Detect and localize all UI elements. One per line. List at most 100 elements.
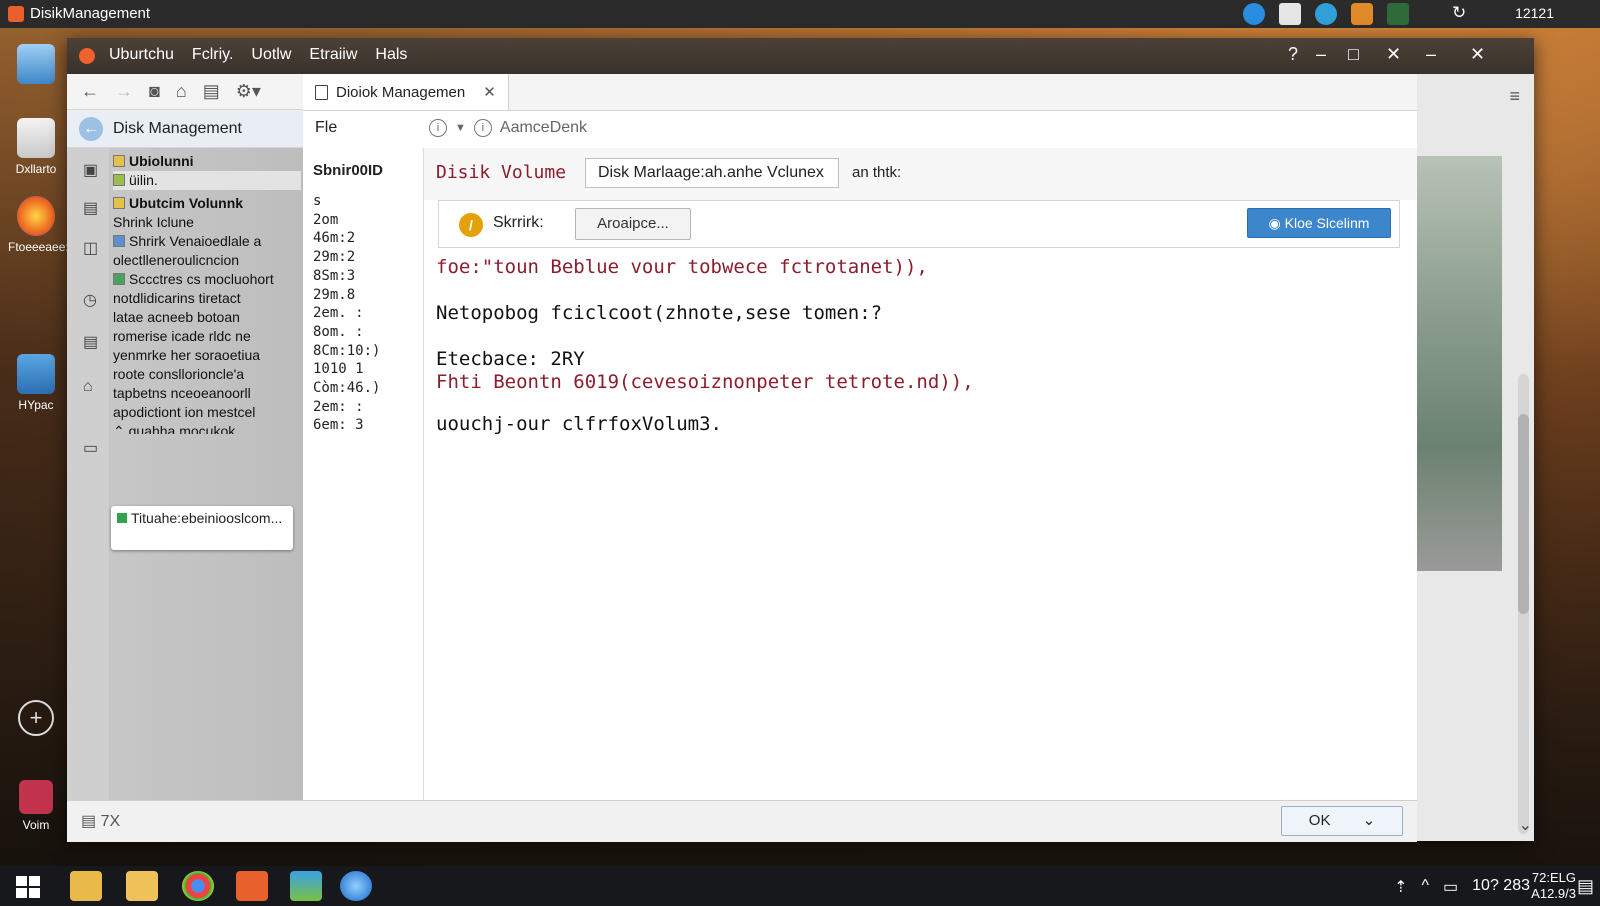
footer-bar: ▤ 7X OK ⌄ bbox=[67, 800, 1417, 842]
desktop-icon-drive[interactable] bbox=[8, 44, 64, 88]
primary-action-label: Kloe Slcelinm bbox=[1284, 215, 1370, 231]
status-icon bbox=[117, 513, 127, 523]
content-header: Disik Volume Disk Marlaage:ah.anhe Vclun… bbox=[424, 148, 1417, 200]
tree-item[interactable]: yenmrke her soraoetiua bbox=[113, 346, 301, 365]
partition-icon[interactable]: ◫ bbox=[83, 238, 103, 258]
shield-icon[interactable] bbox=[1351, 3, 1373, 25]
breadcrumb[interactable]: i ▼ i AamceDenk bbox=[429, 119, 587, 137]
network-icon[interactable] bbox=[1243, 3, 1265, 25]
minimize-button[interactable]: – bbox=[1316, 44, 1326, 65]
menu-item[interactable]: Fclriy. bbox=[192, 46, 233, 64]
app-menu[interactable]: DisikManagement bbox=[8, 5, 150, 22]
outer-close-button[interactable]: ✕ bbox=[1470, 44, 1485, 65]
close-icon[interactable]: ✕ bbox=[483, 83, 496, 101]
warning-icon: / bbox=[459, 213, 483, 237]
desktop-icon-voim[interactable]: Voim bbox=[8, 780, 64, 832]
tree-item[interactable]: Sccctres cs mocluohort bbox=[113, 270, 301, 289]
forward-arrow-icon[interactable]: → bbox=[115, 81, 133, 102]
tree-item[interactable]: notdlidicarins tiretact bbox=[113, 289, 301, 308]
back-circle-icon[interactable]: ← bbox=[79, 116, 103, 141]
app-icon bbox=[19, 780, 53, 814]
back-arrow-icon[interactable]: ← bbox=[81, 81, 99, 102]
primary-action-button[interactable]: ◉ Kloe Slcelinm bbox=[1247, 208, 1391, 238]
taskbar-clock[interactable]: 72:ELG A12.9/3 bbox=[1531, 870, 1576, 902]
list-icon[interactable]: ▤ bbox=[83, 198, 103, 218]
tree-item[interactable]: romerise icade rldc ne bbox=[113, 327, 301, 346]
scrollbar-thumb[interactable] bbox=[1518, 414, 1529, 614]
file-explorer-icon[interactable] bbox=[70, 871, 102, 901]
tree-item[interactable]: roote consllorioncle'a bbox=[113, 365, 301, 384]
tree-item[interactable]: latae acneeb botoan bbox=[113, 308, 301, 327]
document-icon[interactable]: ▤ bbox=[203, 81, 220, 102]
value-item: 2om bbox=[313, 211, 339, 228]
scrollbar[interactable] bbox=[1518, 374, 1529, 834]
drive-icon bbox=[17, 44, 55, 84]
tree-item[interactable]: üilin. bbox=[113, 171, 301, 190]
chevron-down-icon[interactable]: ⌄ bbox=[1519, 815, 1532, 835]
gear-icon[interactable]: ⚙▾ bbox=[236, 81, 261, 102]
start-button[interactable] bbox=[16, 876, 40, 898]
close-button[interactable]: ✕ bbox=[1386, 44, 1401, 65]
wifi-icon[interactable]: ⇡ bbox=[1394, 877, 1407, 897]
tooltip-popup[interactable]: Tituahe:ebeiniooslcom... bbox=[111, 506, 293, 550]
background-window: ≡ ⌄ bbox=[1417, 74, 1534, 841]
footer-tools[interactable]: ▤ 7X bbox=[81, 811, 120, 831]
menu-item[interactable]: Hals bbox=[375, 46, 407, 64]
browse-button[interactable]: Aroaipce... bbox=[575, 208, 691, 240]
folder-icon[interactable] bbox=[126, 871, 158, 901]
refresh-icon[interactable]: ↻ bbox=[1452, 3, 1466, 23]
tree-item[interactable]: Shrirk Venaioedlale a bbox=[113, 232, 301, 251]
lock-icon[interactable]: ⌂ bbox=[83, 378, 103, 398]
desktop-icon-label: HYpac bbox=[18, 398, 54, 412]
title-bar: Uburtchu Fclriy. Uotlw Etraiiw Hals ? – … bbox=[67, 38, 1534, 74]
log-line-text: foe:"toun Beblue vour tobwece fctrotanet… bbox=[436, 256, 928, 278]
desktop-icon-folder[interactable]: Dxllarto bbox=[8, 118, 64, 176]
notification-icon[interactable]: ▤ bbox=[1577, 876, 1594, 897]
menu-item[interactable]: Uburtchu bbox=[109, 46, 174, 64]
tree-item[interactable]: Ubiolunni bbox=[113, 152, 301, 171]
browser-icon[interactable] bbox=[1315, 3, 1337, 25]
home-icon[interactable]: ⌂ bbox=[176, 81, 187, 102]
tree-item[interactable]: ⌃ quahha mocukok bbox=[113, 422, 301, 434]
paint-icon[interactable] bbox=[236, 871, 268, 901]
volume-input[interactable]: Disk Marlaage:ah.anhe Vclunex bbox=[585, 158, 839, 188]
value-item: 8Sm:3 bbox=[313, 267, 356, 284]
file-menu[interactable]: Fle bbox=[315, 119, 337, 137]
clock-icon[interactable]: ◷ bbox=[83, 290, 103, 310]
log-line: uouchj-our clfrfoxVolum3. bbox=[436, 413, 722, 435]
tree-item[interactable]: apodictiont ion mestcel bbox=[113, 403, 301, 422]
language-icon[interactable]: ▭ bbox=[1443, 877, 1458, 897]
camera-icon[interactable]: ◙ bbox=[149, 81, 160, 102]
log-line-text: Fhti Beontn 6019(cevesoiznonpeter tetrot… bbox=[436, 371, 974, 393]
tree-item[interactable]: Ubutcim Volunnk bbox=[113, 194, 301, 213]
desktop-icon-firefox[interactable]: Ftoeeeaee:P bbox=[8, 196, 77, 254]
tab-disk-management[interactable]: Dioiok Managemen ✕ bbox=[303, 74, 509, 110]
chevron-down-icon: ▼ bbox=[455, 122, 466, 134]
desktop-icon-hypac[interactable]: HYpac bbox=[8, 354, 64, 412]
help-icon[interactable]: ? bbox=[1288, 44, 1298, 65]
tree-item[interactable]: Shrink Iclune bbox=[113, 213, 301, 232]
briefcase-icon[interactable] bbox=[1279, 3, 1301, 25]
tree-item[interactable]: tapbetns nceoeanoorll bbox=[113, 384, 301, 403]
list-icon[interactable]: ▤ bbox=[83, 332, 103, 352]
maximize-button[interactable]: □ bbox=[1348, 44, 1359, 65]
desktop-icon-add[interactable]: + bbox=[8, 700, 64, 740]
ok-label: OK bbox=[1308, 812, 1331, 829]
window-menu-icon[interactable] bbox=[79, 48, 95, 64]
shield-icon[interactable] bbox=[290, 871, 322, 901]
chevron-up-icon[interactable]: ^ bbox=[1422, 877, 1430, 897]
info-icon: i bbox=[473, 119, 492, 137]
volume-icon bbox=[113, 273, 125, 285]
outer-minimize-button[interactable]: – bbox=[1426, 44, 1436, 65]
hamburger-icon[interactable]: ≡ bbox=[1509, 86, 1520, 107]
tree-item[interactable]: olectlleneroulicncion bbox=[113, 251, 301, 270]
monitor-icon[interactable] bbox=[1387, 3, 1409, 25]
menu-item[interactable]: Etraiiw bbox=[309, 46, 357, 64]
document-icon[interactable]: ▭ bbox=[83, 438, 103, 458]
value-item: 2em. : bbox=[313, 305, 364, 322]
chrome-icon[interactable] bbox=[182, 871, 214, 901]
browser-icon[interactable] bbox=[340, 871, 372, 901]
ok-button[interactable]: OK ⌄ bbox=[1281, 806, 1403, 836]
menu-item[interactable]: Uotlw bbox=[251, 46, 291, 64]
disk-icon[interactable]: ▣ bbox=[83, 160, 103, 180]
